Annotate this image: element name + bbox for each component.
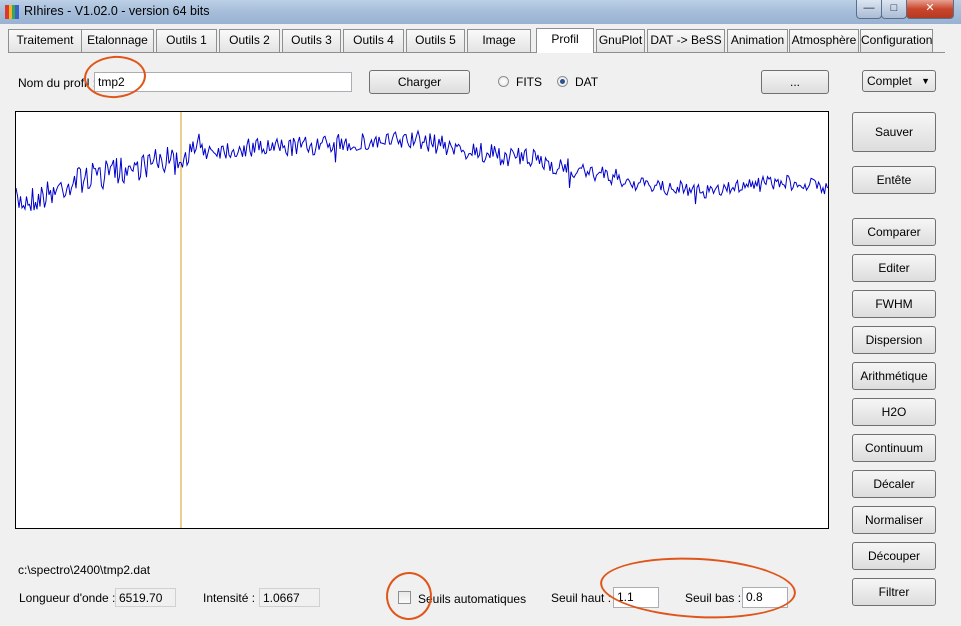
app-logo-icon [5,5,19,19]
high-threshold-label: Seuil haut : [551,591,612,605]
title-bar[interactable]: RIhires - V1.02.0 - version 64 bits — □ … [0,0,961,24]
minimize-button[interactable]: — [856,0,882,19]
tab-image[interactable]: Image [467,29,531,52]
spectrum-plot[interactable] [15,111,829,529]
chevron-down-icon: ▼ [921,76,930,86]
tab-gnuplot[interactable]: GnuPlot [596,29,645,52]
button-decaler[interactable]: Décaler [852,470,936,498]
window-title: RIhires - V1.02.0 - version 64 bits [24,4,210,18]
tab-profil[interactable]: Profil [536,28,594,53]
button-dispersion[interactable]: Dispersion [852,326,936,354]
browse-button[interactable]: ... [761,70,829,94]
tab-atmosph-re[interactable]: Atmosphère [789,29,859,52]
dat-radio[interactable] [557,76,568,87]
tab-outils-5[interactable]: Outils 5 [406,29,465,52]
annotation-circle-profile-name [82,53,148,101]
app-window: RIhires - V1.02.0 - version 64 bits — □ … [0,0,961,626]
button-sauver[interactable]: Sauver [852,112,936,152]
button-h2o[interactable]: H2O [852,398,936,426]
file-path: c:\spectro\2400\tmp2.dat [18,563,151,577]
intensity-value: 1.0667 [259,588,320,607]
wavelength-label: Longueur d'onde : [19,591,116,605]
mode-select-value: Complet [867,74,912,88]
spectrum-canvas[interactable] [15,112,828,528]
tab-animation[interactable]: Animation [727,29,788,52]
button-arithmetique[interactable]: Arithmétique [852,362,936,390]
button-comparer[interactable]: Comparer [852,218,936,246]
minimize-icon: — [863,2,875,14]
tab-outils-2[interactable]: Outils 2 [219,29,280,52]
annotation-circle-thresholds [598,552,798,624]
tab-outils-1[interactable]: Outils 1 [156,29,217,52]
button-editer[interactable]: Editer [852,254,936,282]
close-button[interactable]: ✕ [906,0,954,19]
mode-select[interactable]: Complet ▼ [862,70,936,92]
tab-traitement[interactable]: Traitement [8,29,82,52]
maximize-button[interactable]: □ [881,0,907,19]
radio-selected-dot [560,79,565,84]
button-decouper[interactable]: Découper [852,542,936,570]
tab-dat-bess[interactable]: DAT -> BeSS [647,29,725,52]
tab-etalonnage[interactable]: Etalonnage [81,29,154,52]
wavelength-value: 6519.70 [115,588,176,607]
maximize-icon: □ [890,2,898,14]
button-entete[interactable]: Entête [852,166,936,194]
button-filtrer[interactable]: Filtrer [852,578,936,606]
tab-outils-4[interactable]: Outils 4 [343,29,404,52]
button-normaliser[interactable]: Normaliser [852,506,936,534]
intensity-label: Intensité : [203,591,256,605]
annotation-circle-auto-threshold [383,569,435,623]
tab-divider [8,52,945,53]
load-button[interactable]: Charger [369,70,470,94]
tab-configuration[interactable]: Configuration [860,29,933,52]
tab-outils-3[interactable]: Outils 3 [282,29,341,52]
button-continuum[interactable]: Continuum [852,434,936,462]
close-icon: ✕ [925,2,935,14]
fits-radio[interactable] [498,76,509,87]
button-fwhm[interactable]: FWHM [852,290,936,318]
spectrum-line [15,129,828,211]
auto-threshold-label: Seuils automatiques [418,592,527,606]
fits-radio-label: FITS [516,75,542,89]
dat-radio-label: DAT [575,75,599,89]
